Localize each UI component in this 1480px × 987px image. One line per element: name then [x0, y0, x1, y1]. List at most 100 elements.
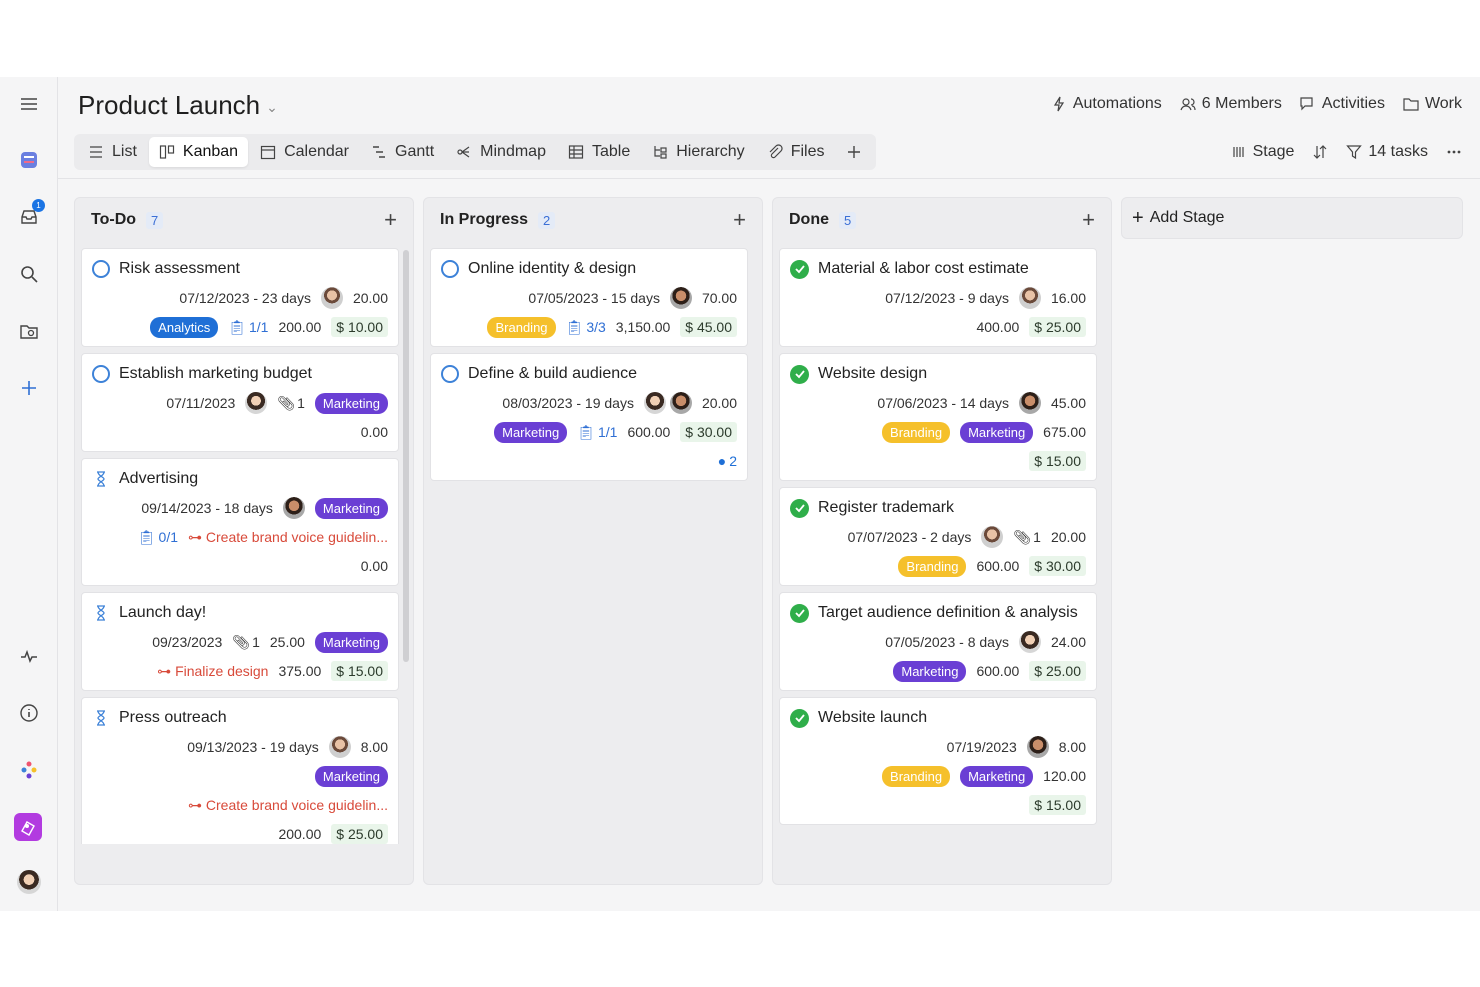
assignee-avatar[interactable]: [282, 497, 305, 519]
group-by-button[interactable]: Stage: [1231, 143, 1294, 161]
tag-marketing[interactable]: Marketing: [893, 660, 967, 682]
task-card[interactable]: Define & build audience 08/03/2023 - 19 …: [430, 353, 748, 481]
work-button[interactable]: Work: [1403, 95, 1462, 113]
tag-marketing[interactable]: Marketing: [314, 392, 388, 414]
add-task-button[interactable]: +: [1082, 207, 1095, 233]
subtasks-indicator[interactable]: 📋︎ 3/3: [566, 319, 606, 336]
tag-marketing[interactable]: Marketing: [314, 631, 388, 653]
task-card[interactable]: Target audience definition & analysis 07…: [779, 592, 1097, 691]
open-status-icon[interactable]: [441, 365, 459, 383]
tag-branding[interactable]: Branding: [898, 555, 967, 577]
project-title[interactable]: Product Launch ⌄: [78, 90, 278, 121]
activity-icon[interactable]: [17, 644, 41, 668]
tag-marketing[interactable]: Marketing: [960, 421, 1034, 443]
tag-branding[interactable]: Branding: [487, 316, 556, 338]
task-card[interactable]: Risk assessment 07/12/2023 - 23 days 20.…: [81, 248, 399, 347]
tab-gantt[interactable]: Gantt: [361, 137, 444, 167]
task-card[interactable]: Advertising 09/14/2023 - 18 days Marketi…: [81, 458, 399, 586]
task-card[interactable]: Launch day! 09/23/2023 📎︎ 1 25.00 Marketi…: [81, 592, 399, 691]
attachments-indicator[interactable]: 📎︎ 1: [1013, 529, 1041, 546]
tab-mindmap[interactable]: Mindmap: [446, 137, 556, 167]
hourglass-icon[interactable]: [92, 604, 110, 622]
add-task-button[interactable]: +: [384, 207, 397, 233]
apps-icon[interactable]: [17, 758, 41, 782]
tag-marketing[interactable]: Marketing: [314, 497, 388, 519]
dependency-link[interactable]: ⊶ Create brand voice guidelin...: [188, 529, 388, 546]
open-status-icon[interactable]: [441, 260, 459, 278]
assignee-avatar[interactable]: [1018, 631, 1041, 653]
task-card[interactable]: Website design 07/06/2023 - 14 days 45.0…: [779, 353, 1097, 481]
tag-branding[interactable]: Branding: [882, 421, 951, 443]
assignee-avatar[interactable]: [1018, 392, 1041, 414]
automations-button[interactable]: Automations: [1051, 95, 1162, 113]
tab-files[interactable]: Files: [757, 137, 835, 167]
folder-search-icon[interactable]: [17, 319, 41, 343]
tag-marketing[interactable]: Marketing: [494, 421, 568, 443]
menu-icon[interactable]: [17, 92, 41, 116]
task-card[interactable]: Material & labor cost estimate 07/12/202…: [779, 248, 1097, 347]
comments-indicator[interactable]: ● 2: [718, 453, 737, 469]
inbox-icon[interactable]: 1: [17, 199, 45, 229]
task-hours: 20.00: [1050, 529, 1086, 545]
add-view-button[interactable]: [836, 137, 872, 167]
task-card[interactable]: Register trademark 07/07/2023 - 2 days 📎…: [779, 487, 1097, 586]
assignee-avatar[interactable]: [669, 392, 692, 414]
projects-icon[interactable]: [17, 148, 41, 172]
dependency-link[interactable]: ⊶ Finalize design: [157, 663, 268, 680]
tab-hierarchy[interactable]: Hierarchy: [642, 137, 754, 167]
assignee-avatar[interactable]: [328, 736, 351, 758]
tag-analytics[interactable]: Analytics: [150, 316, 219, 338]
assignee-avatar[interactable]: [643, 392, 666, 414]
assignee-avatar[interactable]: [320, 287, 343, 309]
activities-label: Activities: [1321, 95, 1385, 112]
filter-button[interactable]: 14 tasks: [1346, 143, 1428, 161]
task-card[interactable]: Press outreach 09/13/2023 - 19 days 8.00…: [81, 697, 399, 844]
subtasks-indicator[interactable]: 📋︎ 0/1: [138, 529, 178, 546]
check-icon[interactable]: [790, 364, 809, 384]
tag-branding[interactable]: Branding: [882, 765, 951, 787]
add-stage-button[interactable]: + Add Stage: [1121, 197, 1463, 239]
subtasks-indicator[interactable]: 📋︎ 1/1: [228, 319, 268, 336]
tag-marketing[interactable]: Marketing: [960, 765, 1034, 787]
task-amount: 375.00: [278, 663, 322, 679]
tab-kanban[interactable]: Kanban: [148, 137, 249, 167]
dependency-link[interactable]: ⊶ Create brand voice guidelin...: [188, 797, 388, 814]
sort-button[interactable]: [1312, 144, 1328, 160]
task-card[interactable]: Website launch 07/19/2023 8.00 Branding …: [779, 697, 1097, 825]
check-icon[interactable]: [790, 603, 809, 623]
tab-list[interactable]: List: [78, 137, 147, 167]
assignee-avatar[interactable]: [669, 287, 692, 309]
tab-mindmap-label: Mindmap: [480, 143, 546, 160]
assignee-avatar[interactable]: [1018, 287, 1041, 309]
tab-table[interactable]: Table: [558, 137, 640, 167]
attachments-indicator[interactable]: 📎︎ 1: [232, 634, 260, 651]
subtasks-indicator[interactable]: 📋︎ 1/1: [577, 424, 617, 441]
tab-calendar[interactable]: Calendar: [250, 137, 359, 167]
activities-button[interactable]: Activities: [1300, 95, 1385, 113]
more-button[interactable]: [1446, 144, 1462, 160]
check-icon[interactable]: [790, 259, 809, 279]
add-icon[interactable]: [17, 376, 41, 400]
members-button[interactable]: 6 Members: [1180, 95, 1282, 113]
assignee-avatar[interactable]: [1026, 736, 1049, 758]
assignee-avatar[interactable]: [981, 526, 1004, 548]
assignee-avatar[interactable]: [245, 392, 268, 414]
hourglass-icon[interactable]: [92, 709, 110, 727]
attachments-indicator[interactable]: 📎︎ 1: [277, 395, 305, 412]
user-avatar[interactable]: [17, 870, 41, 894]
team-icon[interactable]: [14, 813, 42, 841]
scrollbar[interactable]: [403, 250, 409, 662]
open-status-icon[interactable]: [92, 365, 110, 383]
open-status-icon[interactable]: [92, 260, 110, 278]
tab-hierarchy-label: Hierarchy: [676, 143, 745, 160]
check-icon[interactable]: [790, 708, 809, 728]
task-card[interactable]: Establish marketing budget 07/11/2023 📎︎…: [81, 353, 399, 452]
hourglass-icon[interactable]: [92, 470, 110, 488]
add-task-button[interactable]: +: [733, 207, 746, 233]
tag-marketing[interactable]: Marketing: [314, 765, 388, 787]
check-icon[interactable]: [790, 498, 809, 518]
task-card[interactable]: Online identity & design 07/05/2023 - 15…: [430, 248, 748, 347]
search-icon[interactable]: [17, 262, 41, 286]
members-icon: [1180, 98, 1196, 111]
info-icon[interactable]: [17, 701, 41, 725]
